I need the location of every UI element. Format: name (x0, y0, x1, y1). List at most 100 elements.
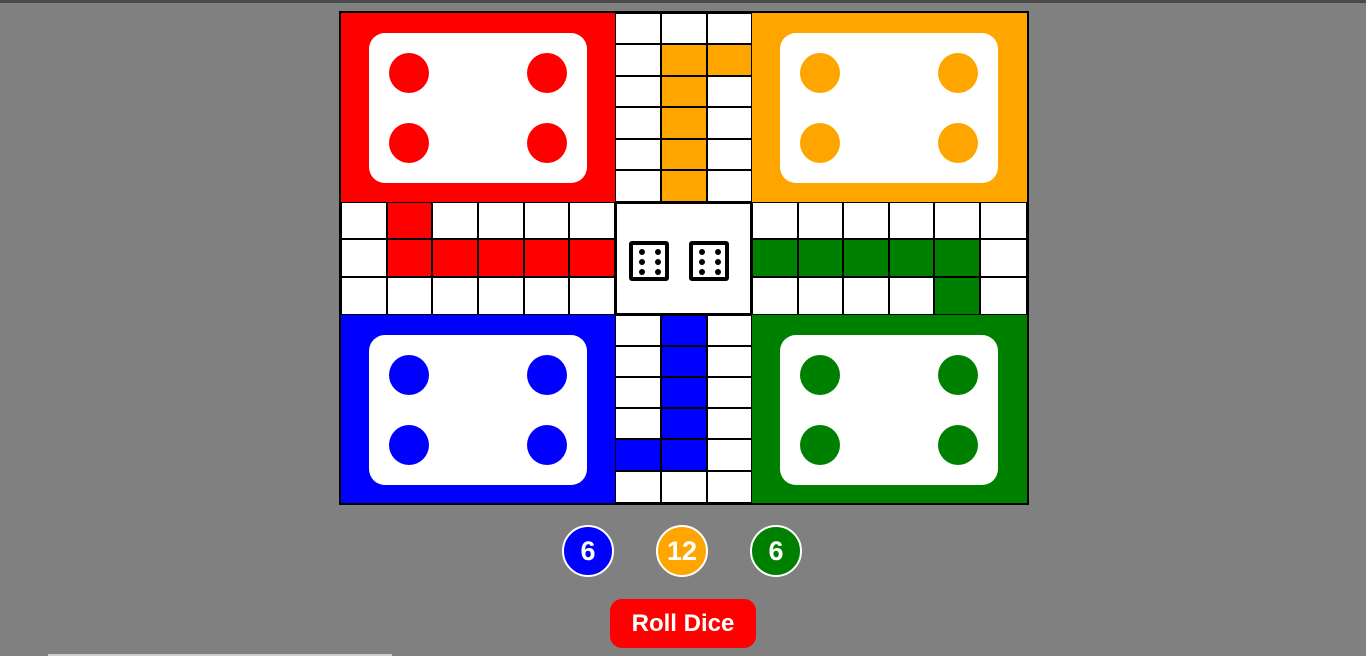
track-cell (661, 471, 707, 503)
track-cell (478, 202, 524, 239)
track-cell (980, 239, 1027, 277)
blue-token[interactable] (527, 355, 567, 395)
track-cell (615, 44, 661, 76)
yellow-token[interactable] (800, 123, 840, 163)
track-cell (889, 202, 934, 239)
track-cell (707, 107, 752, 139)
blue-yard (341, 315, 615, 503)
yellow-home-path-cell (707, 44, 752, 76)
track-cell (524, 202, 569, 239)
red-home-path-cell (524, 239, 569, 277)
blue-home-path-cell (661, 315, 707, 346)
green-home-path-cell (752, 239, 798, 277)
blue-home-path-cell (661, 377, 707, 408)
green-home-path-cell (889, 239, 934, 277)
red-token[interactable] (527, 53, 567, 93)
track-cell (615, 377, 661, 408)
green-token[interactable] (938, 355, 978, 395)
die-six-icon (689, 241, 729, 281)
green-token[interactable] (938, 425, 978, 465)
red-home-path-cell (387, 239, 432, 277)
blue-home-path-cell (661, 408, 707, 439)
blue-home-path-cell (661, 346, 707, 377)
green-home-path-cell (934, 277, 980, 315)
track-cell (341, 239, 387, 277)
track-cell (341, 202, 387, 239)
track-cell (707, 76, 752, 107)
yellow-score-badge: 12 (656, 525, 708, 577)
green-token[interactable] (800, 355, 840, 395)
track-cell (707, 377, 752, 408)
track-cell (707, 170, 752, 202)
track-cell (432, 202, 478, 239)
red-token[interactable] (527, 123, 567, 163)
track-cell (569, 202, 615, 239)
red-token[interactable] (389, 123, 429, 163)
green-home (780, 335, 998, 485)
die-six-icon (629, 241, 669, 281)
blue-home-path-cell (661, 439, 707, 471)
track-cell (707, 471, 752, 503)
green-home-path-cell (934, 239, 980, 277)
yellow-token[interactable] (938, 53, 978, 93)
track-cell (432, 277, 478, 315)
track-cell (615, 13, 661, 44)
track-cell (615, 408, 661, 439)
red-home-path-cell (432, 239, 478, 277)
green-home-path-cell (843, 239, 889, 277)
track-cell (707, 439, 752, 471)
yellow-yard (752, 13, 1027, 202)
ludo-board (339, 11, 1029, 505)
red-home-path-cell (387, 202, 432, 239)
blue-score-badge: 6 (562, 525, 614, 577)
track-cell (661, 13, 707, 44)
roll-dice-button[interactable]: Roll Dice (610, 599, 756, 648)
red-home-path-cell (478, 239, 524, 277)
red-home (369, 33, 587, 183)
yellow-home-path-cell (661, 44, 707, 76)
track-cell (707, 346, 752, 377)
track-cell (615, 139, 661, 170)
track-cell (615, 315, 661, 346)
green-yard (752, 315, 1027, 503)
track-cell (615, 170, 661, 202)
blue-token[interactable] (527, 425, 567, 465)
track-cell (798, 277, 843, 315)
track-cell (615, 76, 661, 107)
blue-home-path-cell (615, 439, 661, 471)
track-cell (707, 408, 752, 439)
track-cell (843, 202, 889, 239)
red-token[interactable] (389, 53, 429, 93)
track-cell (707, 13, 752, 44)
blue-home (369, 335, 587, 485)
red-home-path-cell (569, 239, 615, 277)
red-yard (341, 13, 615, 202)
yellow-home-path-cell (661, 76, 707, 107)
yellow-home-path-cell (661, 139, 707, 170)
track-cell (889, 277, 934, 315)
yellow-token[interactable] (800, 53, 840, 93)
track-cell (707, 315, 752, 346)
blue-token[interactable] (389, 425, 429, 465)
track-cell (569, 277, 615, 315)
track-cell (615, 346, 661, 377)
track-cell (341, 277, 387, 315)
yellow-home-path-cell (661, 170, 707, 202)
track-cell (980, 202, 1027, 239)
track-cell (843, 277, 889, 315)
track-cell (615, 107, 661, 139)
yellow-token[interactable] (938, 123, 978, 163)
track-cell (752, 202, 798, 239)
yellow-home (780, 33, 998, 183)
blue-token[interactable] (389, 355, 429, 395)
track-cell (934, 202, 980, 239)
green-home-path-cell (798, 239, 843, 277)
track-cell (980, 277, 1027, 315)
track-cell (524, 277, 569, 315)
track-cell (707, 139, 752, 170)
green-token[interactable] (800, 425, 840, 465)
track-cell (387, 277, 432, 315)
center-dice-area (615, 202, 752, 315)
top-bar (0, 0, 1366, 3)
green-score-badge: 6 (750, 525, 802, 577)
